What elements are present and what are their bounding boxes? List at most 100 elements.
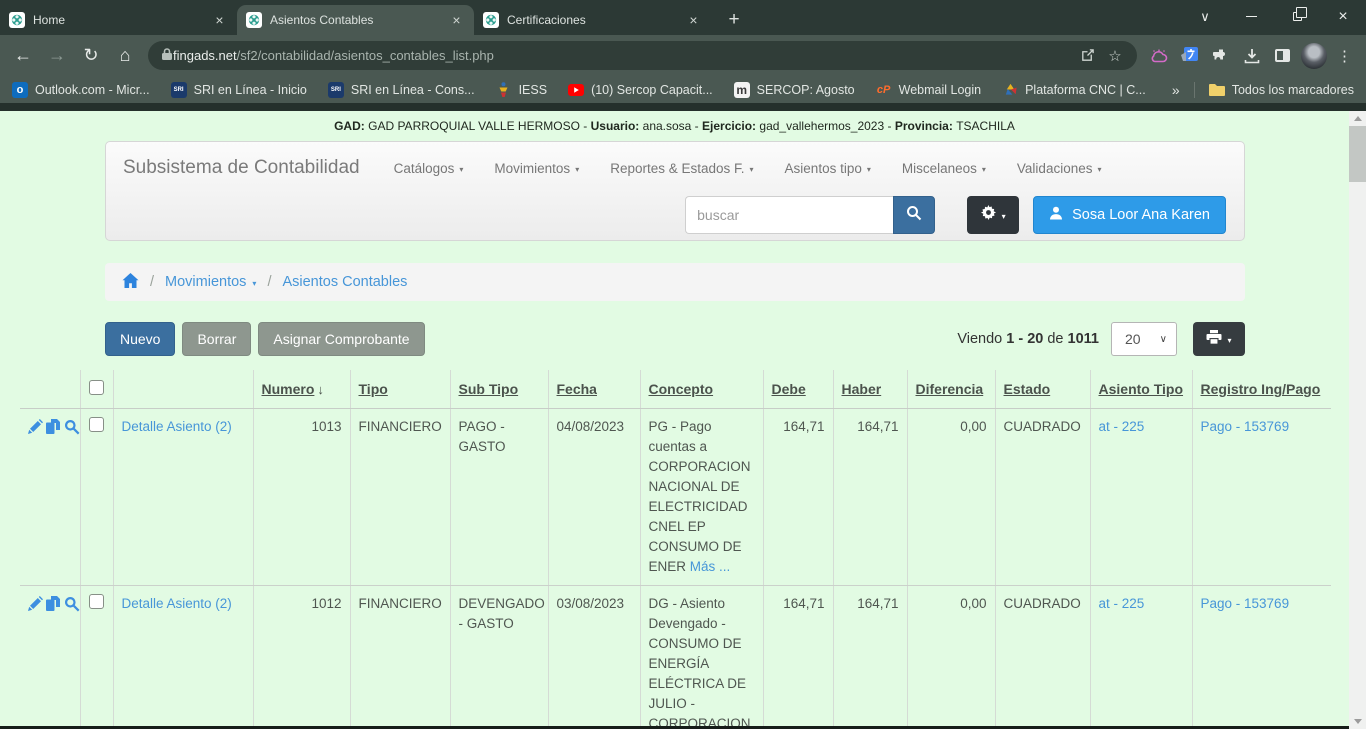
- bookmark-sercop-youtube[interactable]: (10) Sercop Capacit...: [568, 82, 713, 98]
- edit-pencil-icon[interactable]: [28, 596, 43, 618]
- copy-icon[interactable]: [46, 419, 61, 441]
- menu-movimientos[interactable]: Movimientos ▾: [494, 161, 579, 176]
- back-button[interactable]: ←: [6, 39, 40, 73]
- cell-detalle: Detalle Asiento (2): [113, 409, 253, 586]
- print-button[interactable]: ▾: [1193, 322, 1245, 356]
- registro-link[interactable]: Pago - 153769: [1201, 596, 1290, 611]
- asignar-comprobante-button[interactable]: Asignar Comprobante: [258, 322, 424, 356]
- cell-numero: 1012: [253, 586, 350, 729]
- mas-link[interactable]: Más ...: [690, 559, 731, 574]
- menu-catalogos[interactable]: Catálogos ▾: [394, 161, 464, 176]
- registro-link[interactable]: Pago - 153769: [1201, 419, 1290, 434]
- header-fecha[interactable]: Fecha: [548, 370, 640, 409]
- address-bar[interactable]: fingads.net/sf2/contabilidad/asientos_co…: [148, 41, 1137, 70]
- forward-button[interactable]: →: [40, 39, 74, 73]
- breadcrumb-current[interactable]: Asientos Contables: [282, 274, 407, 290]
- scroll-down-arrow[interactable]: [1349, 714, 1366, 729]
- translate-extension-icon[interactable]: [1174, 39, 1205, 73]
- header-estado[interactable]: Estado: [995, 370, 1090, 409]
- scroll-up-arrow[interactable]: [1349, 111, 1366, 126]
- asiento-tipo-link[interactable]: at - 225: [1099, 596, 1145, 611]
- bookmark-iess[interactable]: IESS: [496, 82, 548, 98]
- borrar-button[interactable]: Borrar: [182, 322, 251, 356]
- header-registro[interactable]: Registro Ing/Pago: [1192, 370, 1331, 409]
- bookmark-sri-consultas[interactable]: SRI SRI en Línea - Cons...: [328, 82, 475, 98]
- vertical-scrollbar[interactable]: [1349, 111, 1366, 729]
- user-button[interactable]: Sosa Loor Ana Karen: [1033, 196, 1226, 234]
- extensions-puzzle-icon[interactable]: [1205, 39, 1236, 73]
- menu-reportes[interactable]: Reportes & Estados F. ▾: [610, 161, 753, 176]
- page-size-select[interactable]: 20 ∨: [1111, 322, 1177, 356]
- paging-info: Viendo 1 - 20 de 1011 20 ∨ ▾: [957, 322, 1245, 356]
- caret-down-icon: ▾: [867, 163, 871, 174]
- header-debe[interactable]: Debe: [763, 370, 833, 409]
- edit-pencil-icon[interactable]: [28, 419, 43, 441]
- table-header-row: Numero↓ Tipo Sub Tipo Fecha Concepto Deb…: [20, 370, 1331, 409]
- select-all-checkbox[interactable]: [89, 380, 104, 395]
- breadcrumb-movimientos[interactable]: Movimientos ▾: [165, 274, 256, 290]
- cell-detalle: Detalle Asiento (2): [113, 586, 253, 729]
- row-checkbox[interactable]: [89, 417, 104, 432]
- profile-avatar[interactable]: [1298, 39, 1329, 73]
- detalle-asiento-link[interactable]: Detalle Asiento (2): [122, 419, 232, 434]
- side-panel-icon[interactable]: [1267, 39, 1298, 73]
- close-icon[interactable]: ×: [448, 12, 465, 28]
- table-row: Detalle Asiento (2) 1013 FINANCIERO PAGO…: [20, 409, 1331, 586]
- bookmark-star-icon[interactable]: ☆: [1101, 47, 1129, 65]
- header-numero[interactable]: Numero↓: [253, 370, 350, 409]
- bookmark-webmail[interactable]: cP Webmail Login: [876, 82, 981, 98]
- bookmark-label: SRI en Línea - Cons...: [351, 83, 475, 97]
- header-haber[interactable]: Haber: [833, 370, 907, 409]
- view-magnifier-icon[interactable]: [64, 419, 80, 441]
- tab-title: Asientos Contables: [270, 13, 448, 27]
- row-checkbox[interactable]: [89, 594, 104, 609]
- app-navbar: Subsistema de Contabilidad Catálogos ▾ M…: [105, 141, 1245, 241]
- downloads-icon[interactable]: [1236, 39, 1267, 73]
- cell-subtipo: DEVENGADO - GASTO: [450, 586, 548, 729]
- bookmarks-overflow-icon[interactable]: »: [1172, 82, 1180, 98]
- chrome-edge: [0, 103, 1366, 111]
- bookmark-sri-inicio[interactable]: SRI SRI en Línea - Inicio: [171, 82, 307, 98]
- minimize-button[interactable]: [1228, 0, 1274, 33]
- header-asiento-tipo[interactable]: Asiento Tipo: [1090, 370, 1192, 409]
- browser-home-button[interactable]: ⌂: [108, 39, 142, 73]
- bookmark-sercop-agosto[interactable]: m SERCOP: Agosto: [734, 82, 855, 98]
- home-icon[interactable]: [122, 273, 139, 292]
- url-path: /sf2/contabilidad/asientos_contables_lis…: [237, 48, 494, 63]
- copy-icon[interactable]: [46, 596, 61, 618]
- header-tipo[interactable]: Tipo: [350, 370, 450, 409]
- reload-button[interactable]: ↻: [74, 39, 108, 73]
- header-diferencia[interactable]: Diferencia: [907, 370, 995, 409]
- view-magnifier-icon[interactable]: [64, 596, 80, 618]
- lock-icon: [161, 47, 173, 64]
- close-icon[interactable]: ×: [211, 12, 228, 28]
- bookmark-cnc[interactable]: Plataforma CNC | C...: [1002, 82, 1146, 98]
- tab-asientos-contables[interactable]: Asientos Contables ×: [237, 5, 474, 35]
- search-button[interactable]: [893, 196, 935, 234]
- scrollbar-thumb[interactable]: [1349, 126, 1366, 182]
- weather-extension-icon[interactable]: [1143, 39, 1174, 73]
- close-window-button[interactable]: ×: [1320, 0, 1366, 33]
- all-bookmarks[interactable]: Todos los marcadores: [1209, 82, 1354, 98]
- bookmark-outlook[interactable]: o Outlook.com - Micr...: [12, 82, 150, 98]
- menu-asientos-tipo[interactable]: Asientos tipo ▾: [785, 161, 871, 176]
- detalle-asiento-link[interactable]: Detalle Asiento (2): [122, 596, 232, 611]
- new-tab-button[interactable]: +: [719, 5, 749, 35]
- close-icon[interactable]: ×: [685, 12, 702, 28]
- settings-button[interactable]: ▾: [967, 196, 1019, 234]
- asiento-tipo-link[interactable]: at - 225: [1099, 419, 1145, 434]
- share-icon[interactable]: [1073, 48, 1101, 63]
- menu-miscelaneos[interactable]: Miscelaneos ▾: [902, 161, 986, 176]
- tab-search-chevron-icon[interactable]: ∨: [1182, 0, 1228, 33]
- header-concepto[interactable]: Concepto: [640, 370, 763, 409]
- menu-validaciones[interactable]: Validaciones ▾: [1017, 161, 1102, 176]
- nuevo-button[interactable]: Nuevo: [105, 322, 175, 356]
- tab-home[interactable]: Home ×: [0, 5, 237, 35]
- header-subtipo[interactable]: Sub Tipo: [450, 370, 548, 409]
- search-input[interactable]: [685, 196, 893, 234]
- divider: [1194, 82, 1195, 98]
- caret-down-icon: ▾: [750, 163, 754, 174]
- tab-certificaciones[interactable]: Certificaciones ×: [474, 5, 711, 35]
- browser-menu-icon[interactable]: ⋮: [1329, 39, 1360, 73]
- restore-button[interactable]: [1274, 0, 1320, 33]
